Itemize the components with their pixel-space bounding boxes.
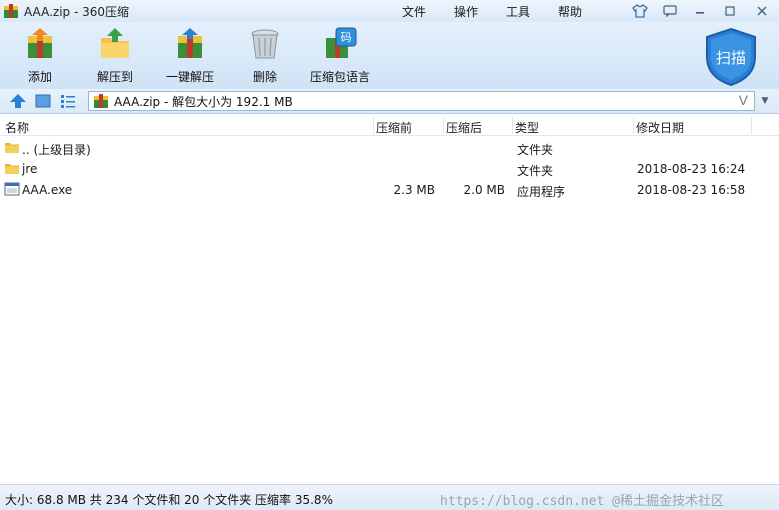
address-input[interactable]: AAA.zip - 解包大小为 192.1 MB V (88, 91, 755, 111)
window-title: AAA.zip - 360压缩 (24, 4, 130, 19)
status-bar: 大小: 68.8 MB 共 234 个文件和 20 个文件夹 压缩率 35.8%… (0, 484, 779, 510)
file-modified: 2018-08-23 16:24 (637, 162, 746, 176)
delete-button[interactable]: 删除 (225, 26, 305, 86)
add-button[interactable]: 添加 (0, 26, 80, 86)
trash-icon (251, 29, 279, 59)
add-archive-icon (28, 28, 52, 58)
toolbar: 添加 解压到 一键解压 删除 码 压缩包语言 扫描 (0, 22, 779, 89)
one-click-extract-icon (178, 28, 202, 58)
watermark-text: https://blog.csdn.net @稀土掘金技术社区 (440, 494, 725, 509)
app-logo-icon (4, 4, 18, 18)
file-size-after: 2.0 MB (463, 183, 505, 197)
delete-button-label: 删除 (252, 70, 277, 84)
one-click-extract-button[interactable]: 一键解压 (150, 26, 230, 86)
column-separator (512, 117, 513, 134)
folder-icon (5, 143, 19, 153)
column-header: 名称 压缩前 压缩后 类型 修改日期 (0, 115, 779, 136)
file-size-before: 2.3 MB (393, 183, 435, 197)
menu-help[interactable]: 帮助 (558, 3, 582, 20)
folder-icon (5, 164, 19, 174)
extract-to-button[interactable]: 解压到 (75, 26, 155, 86)
up-arrow-icon[interactable] (9, 93, 27, 109)
file-name: jre (22, 162, 38, 176)
address-bar: AAA.zip - 解包大小为 192.1 MB V ▼ (0, 89, 779, 114)
address-path: AAA.zip - 解包大小为 192.1 MB (114, 94, 293, 109)
archive-language-button-label: 压缩包语言 (309, 70, 370, 84)
column-name[interactable]: 名称 (5, 119, 29, 136)
close-icon[interactable] (747, 1, 777, 21)
table-row[interactable]: jre 文件夹 2018-08-23 16:24 (0, 158, 779, 179)
scan-shield-button[interactable]: 扫描 (703, 27, 759, 87)
column-separator (443, 117, 444, 134)
chevron-down-icon[interactable]: ▼ (756, 93, 774, 109)
column-separator (751, 117, 752, 134)
file-type: 文件夹 (517, 143, 554, 157)
menu-bar: 文件 操作 工具 帮助 (402, 0, 610, 22)
exe-icon (4, 182, 20, 196)
window-controls (627, 1, 777, 21)
menu-tools[interactable]: 工具 (506, 3, 530, 20)
table-row[interactable]: .. (上级目录) 文件夹 (0, 137, 779, 158)
feedback-icon[interactable] (657, 1, 683, 21)
archive-language-icon: 码 (326, 27, 357, 58)
column-type[interactable]: 类型 (515, 119, 539, 136)
archive-language-button[interactable]: 码 压缩包语言 (300, 26, 380, 86)
file-modified: 2018-08-23 16:58 (637, 183, 746, 197)
column-modified[interactable]: 修改日期 (636, 119, 684, 136)
minimize-icon[interactable] (687, 1, 713, 21)
extract-to-button-label: 解压到 (96, 70, 133, 84)
file-list: .. (上级目录) 文件夹 jre 文件夹 2018-08-23 16:24 A… (0, 137, 779, 200)
menu-operation[interactable]: 操作 (454, 3, 478, 20)
column-before[interactable]: 压缩前 (376, 119, 412, 136)
one-click-extract-button-label: 一键解压 (165, 70, 214, 84)
title-bar: AAA.zip - 360压缩 文件 操作 工具 帮助 (0, 0, 779, 22)
add-button-label: 添加 (27, 70, 52, 84)
column-separator (633, 117, 634, 134)
address-v-indicator: V (738, 92, 748, 108)
column-separator (373, 117, 374, 134)
status-text: 大小: 68.8 MB 共 234 个文件和 20 个文件夹 压缩率 35.8% (5, 493, 333, 507)
file-type: 应用程序 (517, 185, 566, 199)
file-type: 文件夹 (517, 164, 554, 178)
maximize-icon[interactable] (717, 1, 743, 21)
column-after[interactable]: 压缩后 (446, 119, 482, 136)
svg-text:码: 码 (341, 31, 352, 44)
zip-file-icon (94, 94, 108, 108)
skin-shirt-icon[interactable] (627, 1, 653, 21)
table-row[interactable]: AAA.exe 2.3 MB 2.0 MB 应用程序 2018-08-23 16… (0, 179, 779, 200)
scan-label: 扫描 (716, 49, 746, 67)
file-name: .. (上级目录) (22, 143, 91, 157)
large-icon-view-icon[interactable] (34, 93, 52, 109)
file-name: AAA.exe (22, 183, 73, 197)
menu-file[interactable]: 文件 (402, 3, 426, 20)
list-view-icon[interactable] (59, 93, 77, 109)
extract-to-icon (101, 28, 129, 58)
